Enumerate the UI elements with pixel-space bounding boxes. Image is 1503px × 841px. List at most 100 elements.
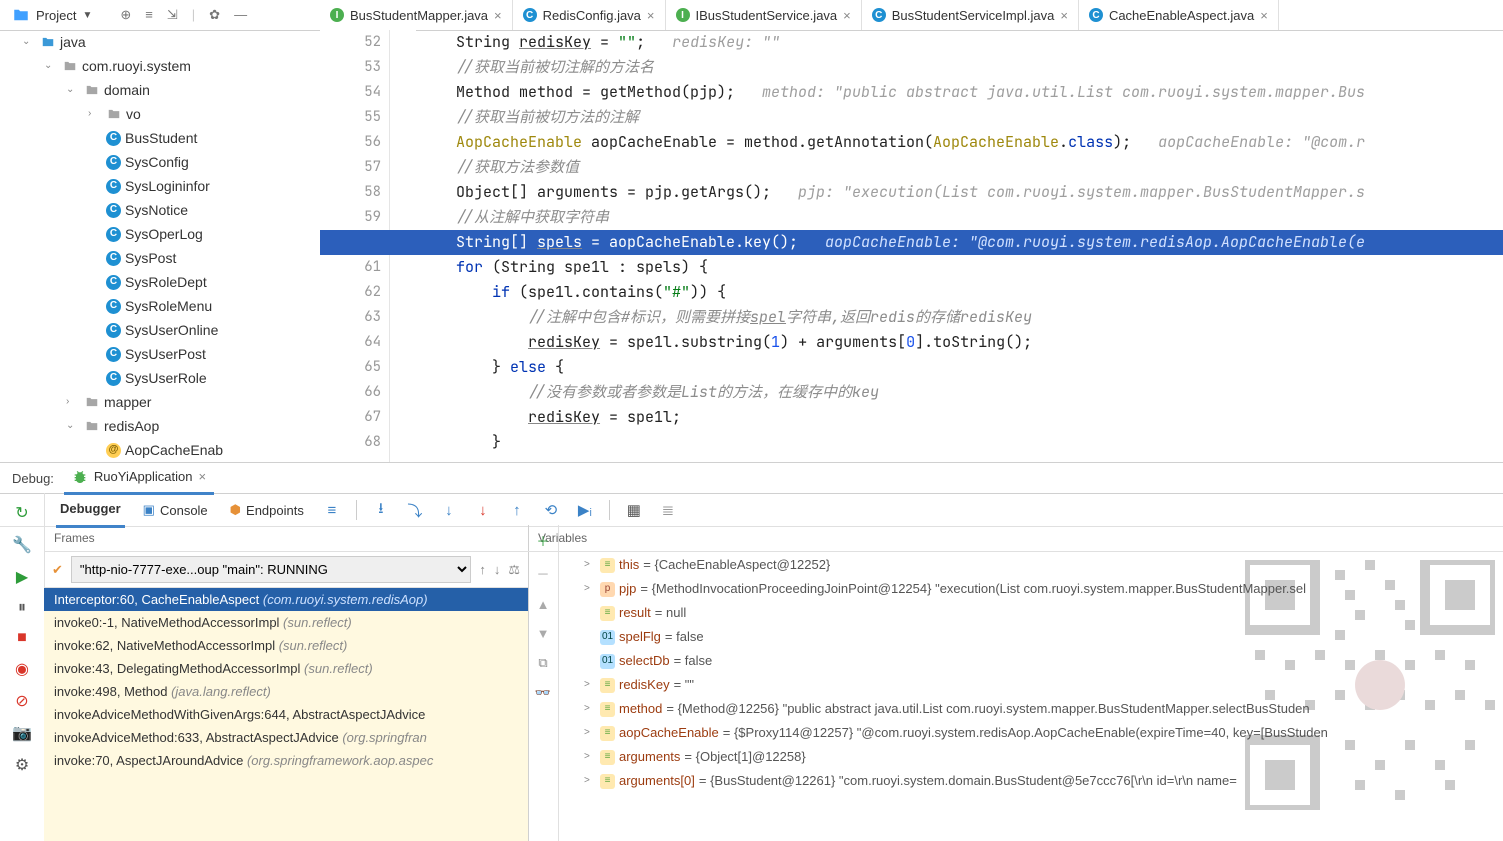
stack-frame[interactable]: invoke:70, AspectJAroundAdvice (org.spri… [44, 749, 528, 772]
code-line[interactable]: //注解中包含#标识，则需要拼接spel字符串,返回redis的存储redisK… [456, 305, 1503, 330]
step-over-icon[interactable]: ⤵ [405, 500, 425, 521]
tree-node-class[interactable]: CSysPost [88, 246, 320, 270]
code-line[interactable]: for (String spe1l : spels) { [456, 255, 1503, 280]
code-line[interactable]: //没有参数或者参数是List的方法，在缓存中的key [456, 380, 1503, 405]
code-line[interactable]: } else { [456, 355, 1503, 380]
code-line[interactable]: Object[] arguments = pjp.getArgs(); pjp:… [456, 180, 1503, 205]
settings-icon[interactable]: ✿ [209, 7, 220, 23]
editor-tab[interactable]: IIBusStudentService.java× [666, 0, 862, 30]
tree-node-class[interactable]: CSysLogininfor [88, 174, 320, 198]
debugger-tab[interactable]: Debugger [56, 493, 125, 528]
stack-frame[interactable]: invoke:43, DelegatingMethodAccessorImpl … [44, 657, 528, 680]
close-icon[interactable]: × [198, 469, 206, 484]
code-line[interactable]: String[] spels = aopCacheEnable.key(); a… [320, 230, 1503, 255]
hide-icon[interactable]: — [234, 7, 247, 23]
variable-row[interactable]: >≡ redisKey = "" [558, 673, 1503, 697]
force-step-into-icon[interactable]: ↓ [473, 502, 493, 519]
tree-node-domain[interactable]: ⌄ domain [66, 78, 320, 102]
variable-row[interactable]: >≡ this = {CacheEnableAspect@12252} [558, 553, 1503, 577]
down-icon[interactable]: ▼ [537, 626, 550, 641]
mute-breakpoints-icon[interactable]: ⊘ [15, 691, 28, 711]
resume-icon[interactable]: ▶ [16, 567, 28, 587]
camera-icon[interactable]: 📷 [12, 723, 32, 743]
stack-frame[interactable]: invokeAdviceMethodWithGivenArgs:644, Abs… [44, 703, 528, 726]
stack-frame[interactable]: invoke:62, NativeMethodAccessorImpl (sun… [44, 634, 528, 657]
variable-row[interactable]: ≡ result = null [558, 601, 1503, 625]
run-config-tab[interactable]: RuoYiApplication × [64, 462, 214, 495]
variable-row[interactable]: 01 spelFlg = false [558, 625, 1503, 649]
tree-node-java[interactable]: ⌄ java [22, 30, 320, 54]
show-execution-icon[interactable]: ⭳ [371, 498, 391, 523]
code-line[interactable]: if (spe1l.contains("#")) { [456, 280, 1503, 305]
trace-icon[interactable]: ≣ [658, 501, 678, 519]
code-line[interactable]: redisKey = spe1l.substring(1) + argument… [456, 330, 1503, 355]
tree-node-class[interactable]: CSysUserRole [88, 366, 320, 390]
editor-tab[interactable]: CBusStudentServiceImpl.java× [862, 0, 1079, 30]
locate-icon[interactable]: ⊕ [120, 7, 131, 23]
threads-icon[interactable]: ≡ [322, 502, 342, 519]
remove-icon[interactable]: － [536, 564, 549, 583]
gear-icon[interactable]: ⚙ [15, 755, 29, 775]
stack-frame[interactable]: invokeAdviceMethod:633, AbstractAspectJA… [44, 726, 528, 749]
variable-row[interactable]: >≡ arguments = {Object[1]@12258} [558, 745, 1503, 769]
expand-icon[interactable]: ≡ [145, 7, 153, 23]
tree-node-class[interactable]: CSysOperLog [88, 222, 320, 246]
modify-icon[interactable]: 🔧 [12, 535, 32, 555]
code-line[interactable]: redisKey = spe1l; [456, 405, 1503, 430]
tree-node-class[interactable]: CSysRoleMenu [88, 294, 320, 318]
close-icon[interactable]: × [1060, 8, 1068, 23]
close-icon[interactable]: × [494, 8, 502, 23]
view-breakpoints-icon[interactable]: ◉ [15, 659, 29, 679]
code-line[interactable]: //获取当前被切注解的方法名 [456, 55, 1503, 80]
code-line[interactable]: String redisKey = ""; redisKey: "" [456, 30, 1503, 55]
endpoints-tab[interactable]: ⬢Endpoints [226, 494, 308, 526]
stop-icon[interactable]: ■ [17, 629, 27, 647]
variable-row[interactable]: >p pjp = {MethodInvocationProceedingJoin… [558, 577, 1503, 601]
rerun-icon[interactable]: ↻ [15, 503, 28, 523]
tree-node-class[interactable]: CSysUserOnline [88, 318, 320, 342]
next-frame-icon[interactable]: ↓ [494, 562, 501, 577]
code-line[interactable]: //获取方法参数值 [456, 155, 1503, 180]
code-line[interactable]: Method method = getMethod(pjp); method: … [456, 80, 1503, 105]
variable-row[interactable]: >≡ aopCacheEnable = {$Proxy114@12257} "@… [558, 721, 1503, 745]
console-tab[interactable]: ▣Console [139, 494, 212, 526]
editor-tab[interactable]: CRedisConfig.java× [513, 0, 666, 30]
filter-icon[interactable]: ⚖ [508, 562, 520, 578]
tree-node-class[interactable]: CSysNotice [88, 198, 320, 222]
close-icon[interactable]: × [647, 8, 655, 23]
tree-node-class[interactable]: CSysUserPost [88, 342, 320, 366]
tree-node-mapper[interactable]: › mapper [66, 390, 320, 414]
thread-select[interactable]: "http-nio-7777-exe...oup "main": RUNNING [71, 556, 471, 583]
stack-frame[interactable]: Interceptor:60, CacheEnableAspect (com.r… [44, 588, 528, 611]
copy-icon[interactable]: ⧉ [538, 655, 547, 671]
code-line[interactable]: //从注解中获取字符串 [456, 205, 1503, 230]
tree-node-redisaop[interactable]: ⌄ redisAop [66, 414, 320, 438]
tree-node-vo[interactable]: › vo [88, 102, 320, 126]
run-to-cursor-icon[interactable]: ▶ᵢ [575, 501, 595, 519]
tree-node-class[interactable]: CSysConfig [88, 150, 320, 174]
editor-tab[interactable]: IBusStudentMapper.java× [320, 0, 513, 30]
close-icon[interactable]: × [1260, 8, 1268, 23]
tree-node-class[interactable]: CBusStudent [88, 126, 320, 150]
pause-icon[interactable]: ⏸ [18, 599, 26, 617]
prev-frame-icon[interactable]: ↑ [479, 562, 486, 577]
glasses-icon[interactable]: 👓 [535, 685, 551, 701]
editor-tab[interactable]: CCacheEnableAspect.java× [1079, 0, 1279, 31]
stack-frame[interactable]: invoke0:-1, NativeMethodAccessorImpl (su… [44, 611, 528, 634]
variable-row[interactable]: >≡ method = {Method@12256} "public abstr… [558, 697, 1503, 721]
step-into-icon[interactable]: ↓ [439, 502, 459, 519]
tree-node-class[interactable]: CSysRoleDept [88, 270, 320, 294]
add-watch-icon[interactable]: ＋ [536, 531, 549, 550]
project-dropdown[interactable]: Project ▼ [8, 4, 96, 26]
step-out-icon[interactable]: ↑ [507, 502, 527, 519]
collapse-icon[interactable]: ⇲ [167, 7, 178, 23]
variable-row[interactable]: >≡ arguments[0] = {BusStudent@12261} "co… [558, 769, 1503, 793]
code-line[interactable]: AopCacheEnable aopCacheEnable = method.g… [456, 130, 1503, 155]
close-icon[interactable]: × [843, 8, 851, 23]
drop-frame-icon[interactable]: ⟲ [541, 501, 561, 519]
stack-frame[interactable]: invoke:498, Method (java.lang.reflect) [44, 680, 528, 703]
code-line[interactable]: } [456, 430, 1503, 455]
tree-node-pkg[interactable]: ⌄ com.ruoyi.system [44, 54, 320, 78]
code-line[interactable]: //获取当前被切方法的注解 [456, 105, 1503, 130]
editor[interactable]: 5253545556575859606162636465666768 Strin… [320, 30, 1503, 463]
